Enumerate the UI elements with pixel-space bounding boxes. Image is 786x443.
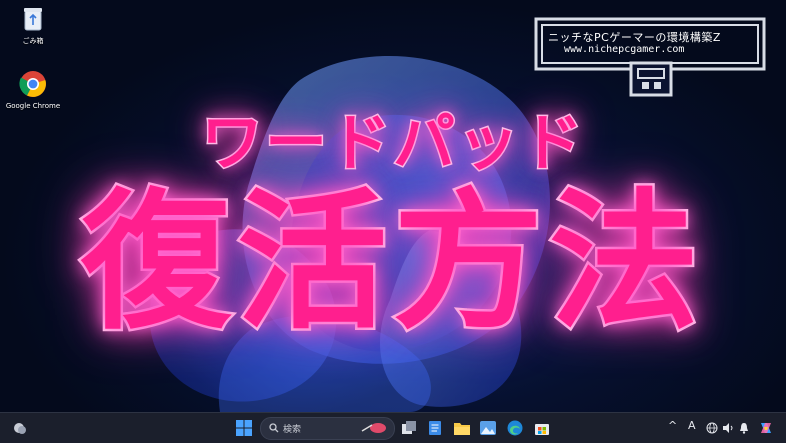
desktop-icon-recycle-bin[interactable]: ごみ箱: [3, 6, 63, 46]
search-placeholder: 検索: [283, 425, 302, 435]
widgets-button[interactable]: [10, 418, 30, 438]
photos-button[interactable]: [478, 418, 498, 438]
edge-button[interactable]: [505, 418, 525, 438]
edge-icon: [507, 420, 523, 436]
start-icon: [236, 420, 252, 436]
show-hidden-icons-button[interactable]: ^: [668, 419, 677, 432]
notepad-button[interactable]: [425, 418, 445, 438]
volume-icon: [723, 423, 733, 433]
notifications-button[interactable]: [734, 418, 754, 438]
weather-icon: [14, 423, 26, 434]
ime-indicator[interactable]: A: [688, 419, 696, 432]
task-view-icon: [402, 421, 416, 434]
logo-url: www.nichepcgamer.com: [564, 44, 685, 55]
chevron-up-icon: ^: [668, 419, 678, 432]
notification-bell-icon: [740, 423, 748, 434]
globe-icon: [706, 422, 718, 434]
task-view-button[interactable]: [399, 418, 419, 438]
headline-line1: ワードパッド: [199, 105, 585, 181]
store-icon: [535, 424, 549, 435]
file-explorer-button[interactable]: [452, 418, 472, 438]
desktop: ごみ箱 Google Chrome ニッチなPCゲーマーの環境構築Z www.n…: [0, 0, 786, 412]
desktop-icon-label: ごみ箱: [22, 37, 44, 45]
store-button[interactable]: [532, 418, 552, 438]
search-icon: [269, 423, 279, 433]
site-logo: ニッチなPCゲーマーの環境構築Z www.nichepcgamer.com: [534, 17, 766, 97]
taskbar: 検索 ^ A: [0, 412, 786, 443]
search-box[interactable]: 検索: [260, 417, 395, 440]
copilot-button[interactable]: [756, 418, 776, 438]
headline-line2: 復活方法: [78, 176, 705, 351]
photos-icon: [480, 421, 496, 435]
start-button[interactable]: [234, 418, 254, 438]
search-highlight-icon: [361, 423, 386, 433]
file-explorer-icon: [454, 423, 470, 435]
logo-name: ニッチなPCゲーマーの環境構築Z: [548, 31, 721, 44]
recycle-bin-icon: [24, 8, 42, 31]
notepad-icon: [429, 421, 441, 435]
copilot-icon: [761, 423, 771, 433]
